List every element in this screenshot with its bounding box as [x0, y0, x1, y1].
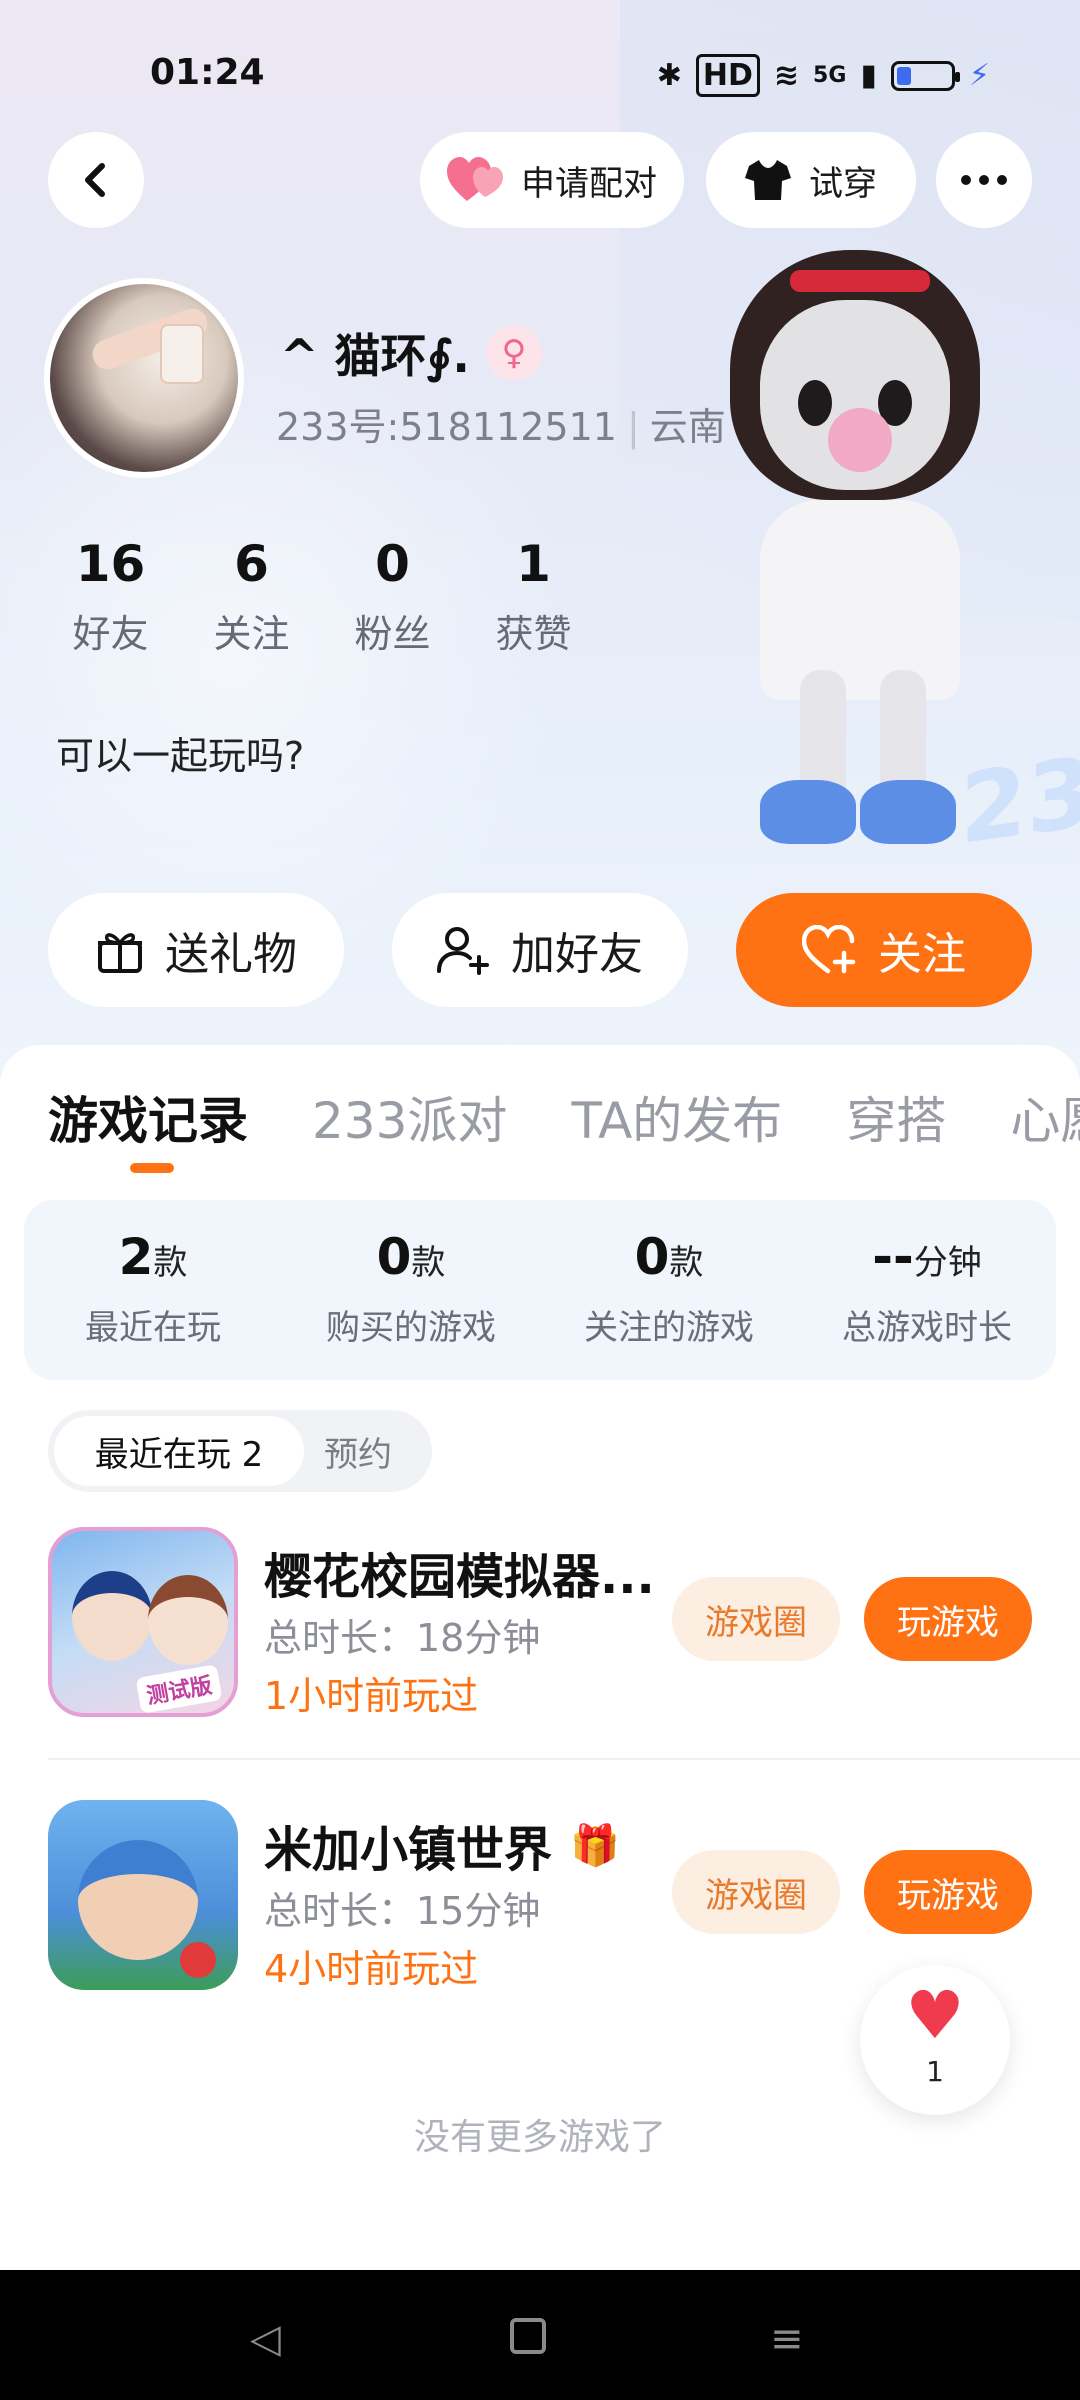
follow-button[interactable]: 关注: [736, 893, 1032, 1007]
status-bar: 01:24 ✱ HD ≋ 5G ▮ ⚡: [0, 40, 1080, 100]
heart-icon: ♥: [905, 1977, 965, 2054]
test-version-tag: 测试版: [135, 1664, 223, 1713]
summary-followed[interactable]: 0款 关注的游戏: [540, 1200, 798, 1380]
nav-home-icon[interactable]: [510, 2318, 546, 2354]
stat-likes[interactable]: 1 获赞: [463, 535, 604, 658]
play-game-button[interactable]: 玩游戏: [864, 1577, 1032, 1661]
tab-posts[interactable]: TA的发布: [571, 1081, 782, 1153]
filter-recent-playing[interactable]: 最近在玩 2: [54, 1416, 304, 1486]
3d-avatar-figure[interactable]: 233: [700, 240, 1080, 890]
stat-friends[interactable]: 16 好友: [40, 535, 181, 658]
back-arrow-icon: [85, 163, 105, 197]
profile-stats: 16 好友 6 关注 0 粉丝 1 获赞: [40, 535, 604, 658]
game-summary: 2款 最近在玩 0款 购买的游戏 0款 关注的游戏 --分钟 总游戏时长: [24, 1200, 1056, 1380]
floating-like-button[interactable]: ♥ 1: [860, 1965, 1010, 2115]
summary-recent[interactable]: 2款 最近在玩: [24, 1200, 282, 1380]
female-gender-icon: ♀: [485, 325, 542, 381]
user-nickname: ^ 猫环∮.: [280, 329, 470, 383]
game-circle-button[interactable]: 游戏圈: [672, 1850, 840, 1934]
add-user-icon: [437, 927, 489, 975]
stat-fans[interactable]: 0 粉丝: [322, 535, 463, 658]
game-name: 米加小镇世界 🎁: [264, 1822, 620, 1878]
add-friend-button[interactable]: 加好友: [392, 893, 688, 1007]
send-gift-label: 送礼物: [165, 929, 297, 980]
nav-menu-icon[interactable]: ≡: [770, 2316, 804, 2362]
game-icon-sakura-school[interactable]: 测试版: [48, 1527, 238, 1717]
add-friend-label: 加好友: [511, 929, 643, 980]
status-time: 01:24: [150, 52, 265, 93]
user-id-row: 233号:518112511 | 云南: [276, 405, 726, 449]
summary-purchased[interactable]: 0款 购买的游戏: [282, 1200, 540, 1380]
game-duration: 总时长：18分钟: [264, 1616, 541, 1660]
tab-game-record[interactable]: 游戏记录: [48, 1081, 248, 1153]
send-gift-button[interactable]: 送礼物: [48, 893, 344, 1007]
stat-following[interactable]: 6 关注: [181, 535, 322, 658]
hearts-icon: [447, 157, 503, 201]
follow-label: 关注: [878, 929, 966, 980]
game-list-item[interactable]: 测试版 樱花校园模拟器... 总时长：18分钟 1小时前玩过 游戏圈 玩游戏: [48, 1527, 1048, 1727]
wifi-icon: ≋: [773, 58, 800, 93]
user-bio: 可以一起玩吗?: [56, 734, 305, 778]
play-game-button[interactable]: 玩游戏: [864, 1850, 1032, 1934]
233-logo-decoration: 233: [960, 725, 1080, 867]
game-circle-button[interactable]: 游戏圈: [672, 1577, 840, 1661]
status-icons: ✱ HD ≋ 5G ▮ ⚡: [657, 54, 990, 97]
summary-total-time: --分钟 总游戏时长: [842, 1228, 1012, 1348]
game-filter: 最近在玩 2 预约: [48, 1410, 432, 1492]
more-icon: [961, 175, 1007, 185]
more-options-button[interactable]: [936, 132, 1032, 228]
user-avatar[interactable]: [44, 278, 244, 478]
tab-233-party[interactable]: 233派对: [312, 1081, 507, 1153]
heart-plus-icon: [802, 925, 856, 974]
game-last-played: 1小时前玩过: [264, 1674, 479, 1718]
game-icon-miga-town[interactable]: [48, 1800, 238, 1990]
game-duration: 总时长：15分钟: [264, 1889, 541, 1933]
like-count: 1: [926, 2055, 944, 2088]
list-divider: [48, 1758, 1080, 1760]
user-id: 233号:518112511: [276, 405, 617, 449]
profile-tabs: 游戏记录 233派对 TA的发布 穿搭 心愿: [48, 1081, 1080, 1153]
tshirt-icon: [745, 160, 791, 200]
gift-icon: [98, 933, 142, 973]
user-nickname-row: ^ 猫环∮. ♀: [280, 320, 542, 386]
back-button[interactable]: [48, 132, 144, 228]
battery-icon: [890, 60, 960, 91]
gift-box-icon: 🎁: [570, 1822, 620, 1869]
nav-back-icon[interactable]: ◁: [250, 2316, 281, 2362]
game-list-item[interactable]: 米加小镇世界 🎁 总时长：15分钟 4小时前玩过 游戏圈 玩游戏: [48, 1800, 1048, 2000]
hd-icon: HD: [695, 54, 760, 97]
request-match-button[interactable]: 申请配对: [420, 132, 684, 228]
active-tab-indicator: [130, 1163, 174, 1173]
signal-icon: ▮: [860, 58, 877, 93]
network-label: 5G: [813, 63, 847, 88]
bluetooth-icon: ✱: [656, 58, 682, 93]
charging-icon: ⚡: [968, 58, 990, 93]
try-on-button[interactable]: 试穿: [706, 132, 916, 228]
filter-reserve[interactable]: 预约: [324, 1416, 392, 1486]
game-name: 樱花校园模拟器...: [264, 1549, 655, 1605]
no-more-games-text: 没有更多游戏了: [413, 2117, 666, 2158]
game-last-played: 4小时前玩过: [264, 1947, 479, 1991]
tab-wish[interactable]: 心愿: [1010, 1081, 1080, 1153]
tab-outfits[interactable]: 穿搭: [846, 1081, 946, 1153]
system-navigation-bar: ◁ ≡: [0, 2270, 1080, 2400]
request-match-label: 申请配对: [521, 163, 657, 204]
try-on-label: 试穿: [809, 163, 877, 204]
